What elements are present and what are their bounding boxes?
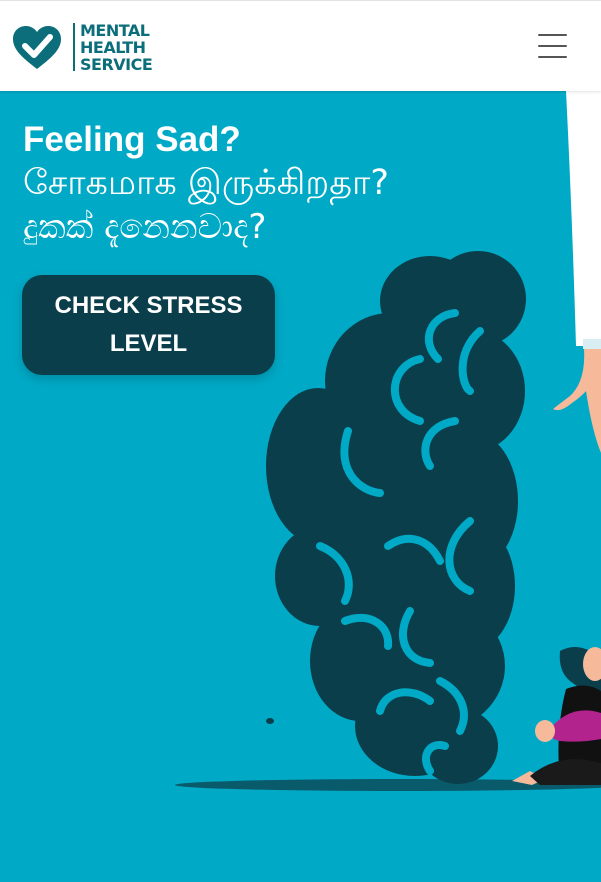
check-stress-level-button[interactable]: CHECK STRESS LEVEL: [22, 275, 275, 375]
sitting-person: [512, 647, 601, 785]
logo-line-2: HEALTH: [80, 38, 146, 57]
headline-english: Feeling Sad?: [23, 120, 241, 159]
logo-divider: [73, 23, 75, 71]
site-logo[interactable]: MENTAL HEALTH SERVICE: [11, 22, 153, 73]
site-header: MENTAL HEALTH SERVICE: [0, 0, 601, 91]
hamburger-menu-button[interactable]: [530, 28, 574, 64]
heart-check-icon: [13, 26, 61, 69]
headline-sinhala: දුකක් දැනෙනවාද?: [23, 207, 267, 247]
hero-section: Feeling Sad? சோகமாக இருக்கிறதா? දුකක් දැ…: [0, 91, 601, 882]
headline-tamil: சோகமாக இருக்கிறதா?: [23, 163, 389, 203]
logo-line-1: MENTAL: [80, 21, 150, 40]
ink-dot: [266, 718, 274, 724]
logo-line-3: SERVICE: [80, 55, 153, 74]
hero-headline: Feeling Sad? சோகமாக இருக்கிறதா? දුකක් දැ…: [23, 119, 583, 249]
logo-wordmark: MENTAL HEALTH SERVICE: [80, 22, 170, 73]
brain-illustration: [266, 251, 526, 784]
